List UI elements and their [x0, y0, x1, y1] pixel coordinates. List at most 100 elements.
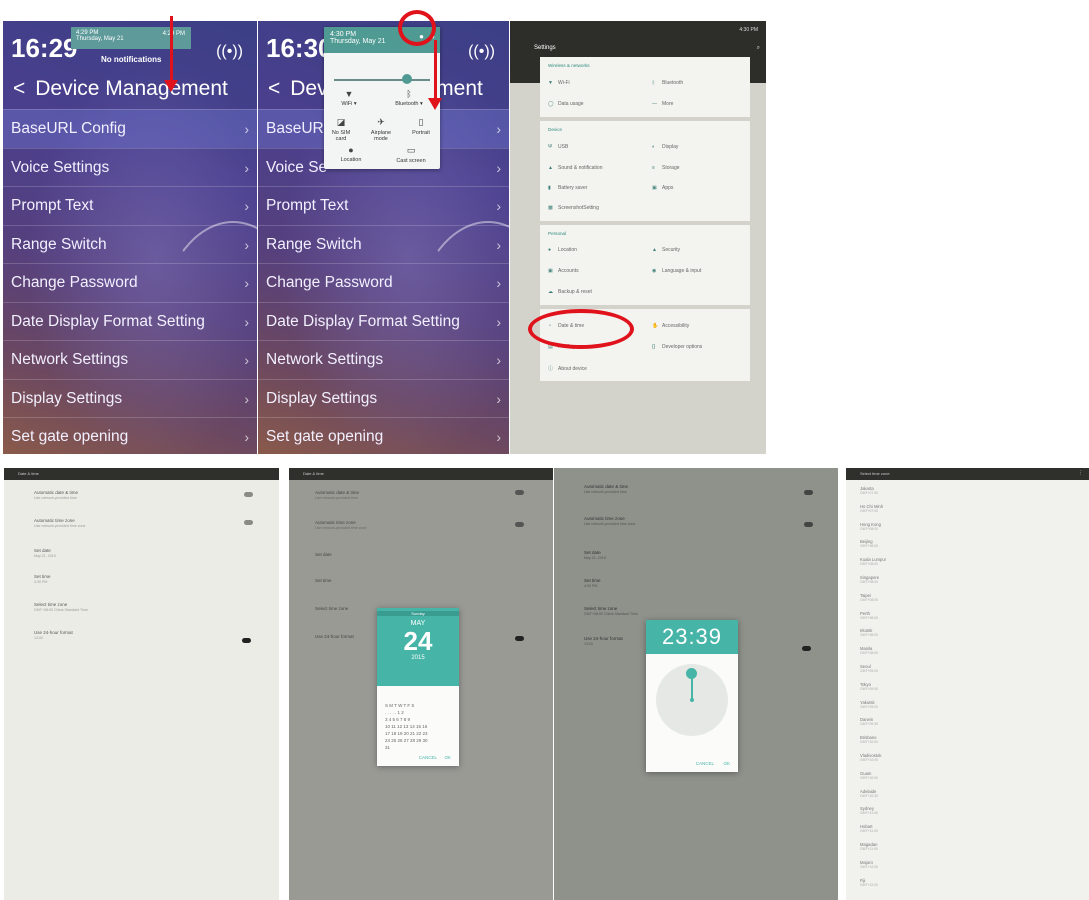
- menu-item-set-gate-opening[interactable]: Set gate opening ›: [3, 417, 257, 454]
- auto-date-time-item[interactable]: Automatic date & time Use network-provide…: [584, 484, 628, 494]
- settings-item-security[interactable]: ▲ Security: [652, 247, 680, 253]
- settings-item-battery-saver[interactable]: ▮ Battery saver: [548, 185, 587, 191]
- auto-time-zone-switch[interactable]: [804, 522, 813, 527]
- selected-time[interactable]: 23:39: [646, 620, 738, 654]
- set-time-item[interactable]: Set time 4:30 PM: [34, 574, 51, 584]
- cancel-button[interactable]: CANCEL: [696, 761, 714, 766]
- settings-item-screenshot[interactable]: ▩ ScreenshotSetting: [548, 205, 599, 211]
- set-date-item[interactable]: Set date May 21, 2015: [34, 548, 56, 558]
- time-zone-item[interactable]: Tokyo GMT+09:00: [860, 682, 878, 691]
- time-zone-item[interactable]: Sydney GMT+11:00: [860, 806, 878, 815]
- settings-item-accessibility[interactable]: ✋ Accessibility: [652, 323, 689, 329]
- menu-item-date-display-format[interactable]: Date Display Format Setting ›: [3, 301, 257, 341]
- menu-item-prompt-text[interactable]: Prompt Text ›: [3, 186, 257, 225]
- settings-item-about-device[interactable]: ⓘ About device: [548, 365, 587, 372]
- menu-item-voice-settings[interactable]: Voice Settings ›: [3, 147, 257, 187]
- menu-item-set-gate-opening[interactable]: Set gate opening ›: [258, 417, 509, 454]
- time-zone-item[interactable]: Hong Kong GMT+08:00: [860, 522, 881, 531]
- use-24-hour-switch[interactable]: [802, 646, 811, 651]
- auto-time-zone-item[interactable]: Automatic time zone Use network-provided …: [315, 520, 367, 530]
- time-zone-item[interactable]: Fiji GMT+12:00: [860, 878, 878, 887]
- time-zone-item[interactable]: Hobart GMT+11:00: [860, 824, 878, 833]
- back-arrow-icon[interactable]: <: [268, 77, 280, 101]
- menu-item-network-settings[interactable]: Network Settings ›: [258, 340, 509, 379]
- time-zone-item[interactable]: Taipei GMT+08:00: [860, 593, 878, 602]
- select-time-zone-item[interactable]: Select time zone GMT+08:00 China Standard…: [34, 602, 88, 612]
- menu-item-range-switch[interactable]: Range Switch ›: [258, 224, 509, 264]
- tile-bluetooth[interactable]: ᛒ Bluetooth ▾: [394, 89, 424, 107]
- settings-item-apps[interactable]: ▣ Apps: [652, 185, 673, 191]
- settings-item-more[interactable]: — More: [652, 101, 673, 107]
- use-24-hour-item[interactable]: Use 24-hour format 13:00: [584, 636, 623, 646]
- settings-item-accounts[interactable]: ▣ Accounts: [548, 268, 579, 274]
- auto-date-time-switch[interactable]: [804, 490, 813, 495]
- clock-dial[interactable]: [656, 664, 728, 736]
- menu-item-change-password[interactable]: Change Password ›: [3, 263, 257, 302]
- time-zone-item[interactable]: Irkutsk GMT+08:00: [860, 628, 878, 637]
- select-time-zone-item[interactable]: Select time zone: [315, 606, 348, 611]
- time-zone-item[interactable]: Vladivostok GMT+10:00: [860, 753, 881, 762]
- ok-button[interactable]: OK: [723, 761, 730, 766]
- calendar-grid[interactable]: S M T W T F S . . . . . 1 2 3 4 5 6 7 8 …: [385, 702, 451, 751]
- tile-no-sim[interactable]: ◪ No SIM card: [326, 117, 356, 142]
- settings-item-usb[interactable]: Ψ USB: [548, 144, 568, 150]
- time-zone-item[interactable]: Guam GMT+10:00: [860, 771, 878, 780]
- settings-item-display[interactable]: ◐ Display: [652, 144, 678, 150]
- notification-shade[interactable]: 4:29 PM Thursday, May 21 4:29 PM: [71, 27, 191, 49]
- tile-cast[interactable]: ▭ Cast screen: [396, 145, 426, 164]
- use-24-hour-item[interactable]: Use 24-hour format: [315, 634, 354, 639]
- auto-date-time-item[interactable]: Automatic date & time Use network-provide…: [315, 490, 359, 500]
- time-zone-item[interactable]: Ho Chi Minh GMT+07:00: [860, 504, 883, 513]
- time-zone-item[interactable]: Singapore GMT+08:00: [860, 575, 879, 584]
- set-date-item[interactable]: Set date: [315, 552, 332, 557]
- auto-time-zone-item[interactable]: Automatic time zone Use network-provided …: [584, 516, 636, 526]
- cancel-button[interactable]: CANCEL: [419, 755, 437, 760]
- time-zone-item[interactable]: Magadan GMT+11:00: [860, 842, 878, 851]
- use-24-hour-switch[interactable]: [515, 636, 524, 641]
- settings-item-backup[interactable]: ☁ Backup & reset: [548, 289, 592, 295]
- set-date-item[interactable]: Set date May 21, 2015: [584, 550, 606, 560]
- time-zone-item[interactable]: Majuro GMT+12:00: [860, 860, 878, 869]
- time-zone-item[interactable]: Seoul GMT+09:00: [860, 664, 878, 673]
- menu-item-prompt-text[interactable]: Prompt Text ›: [258, 186, 509, 225]
- brightness-slider[interactable]: [334, 79, 430, 81]
- settings-item-sound[interactable]: ▲ Sound & notification: [548, 165, 602, 171]
- tile-portrait[interactable]: ▯ Portrait: [406, 117, 436, 136]
- menu-item-change-password[interactable]: Change Password ›: [258, 263, 509, 302]
- time-zone-item[interactable]: Darwin GMT+09:30: [860, 717, 878, 726]
- time-zone-item[interactable]: Yakutsk GMT+09:00: [860, 700, 878, 709]
- auto-time-zone-item[interactable]: Automatic time zone Use network-provided …: [34, 518, 86, 528]
- select-time-zone-item[interactable]: Select time zone GMT+08:00 China Standard…: [584, 606, 638, 616]
- set-time-item[interactable]: Set time: [315, 578, 332, 583]
- time-zone-item[interactable]: Perth GMT+08:00: [860, 611, 878, 620]
- settings-item-language[interactable]: ◉ Language & input: [652, 268, 701, 274]
- settings-item-developer-options[interactable]: {} Developer options: [652, 344, 702, 350]
- overflow-menu-icon[interactable]: ⋮: [1078, 470, 1083, 476]
- day-label[interactable]: 24: [377, 627, 459, 655]
- auto-date-time-item[interactable]: Automatic date & time Use network-provide…: [34, 490, 78, 500]
- back-arrow-icon[interactable]: <: [13, 77, 25, 101]
- auto-date-time-switch[interactable]: [244, 492, 253, 497]
- menu-item-display-settings[interactable]: Display Settings ›: [258, 378, 509, 418]
- tile-airplane[interactable]: ✈ Airplane mode: [366, 117, 396, 142]
- use-24-hour-item[interactable]: Use 24-hour format 13:00: [34, 630, 73, 640]
- time-zone-item[interactable]: Brisbane GMT+10:00: [860, 735, 878, 744]
- auto-time-zone-switch[interactable]: [244, 520, 253, 525]
- time-zone-item[interactable]: Kuala Lumpur GMT+08:00: [860, 557, 886, 566]
- auto-time-zone-switch[interactable]: [515, 522, 524, 527]
- menu-item-display-settings[interactable]: Display Settings ›: [3, 378, 257, 418]
- search-icon[interactable]: ⌕: [757, 45, 760, 52]
- tile-location[interactable]: ● Location: [336, 145, 366, 163]
- use-24-hour-switch[interactable]: [242, 638, 251, 643]
- menu-item-baseurl-config[interactable]: BaseURL Config ›: [3, 109, 257, 148]
- settings-item-storage[interactable]: ≡ Storage: [652, 165, 680, 171]
- time-zone-item[interactable]: Beijing GMT+08:00: [860, 539, 878, 548]
- year-label[interactable]: 2015: [377, 655, 459, 661]
- ok-button[interactable]: OK: [444, 755, 451, 760]
- settings-item-bluetooth[interactable]: ᛒ Bluetooth: [652, 80, 683, 86]
- settings-item-wifi[interactable]: ▼ Wi-Fi: [548, 80, 570, 86]
- time-zone-item[interactable]: Manila GMT+08:00: [860, 646, 878, 655]
- menu-item-date-display-format[interactable]: Date Display Format Setting ›: [258, 301, 509, 341]
- menu-item-network-settings[interactable]: Network Settings ›: [3, 340, 257, 379]
- auto-date-time-switch[interactable]: [515, 490, 524, 495]
